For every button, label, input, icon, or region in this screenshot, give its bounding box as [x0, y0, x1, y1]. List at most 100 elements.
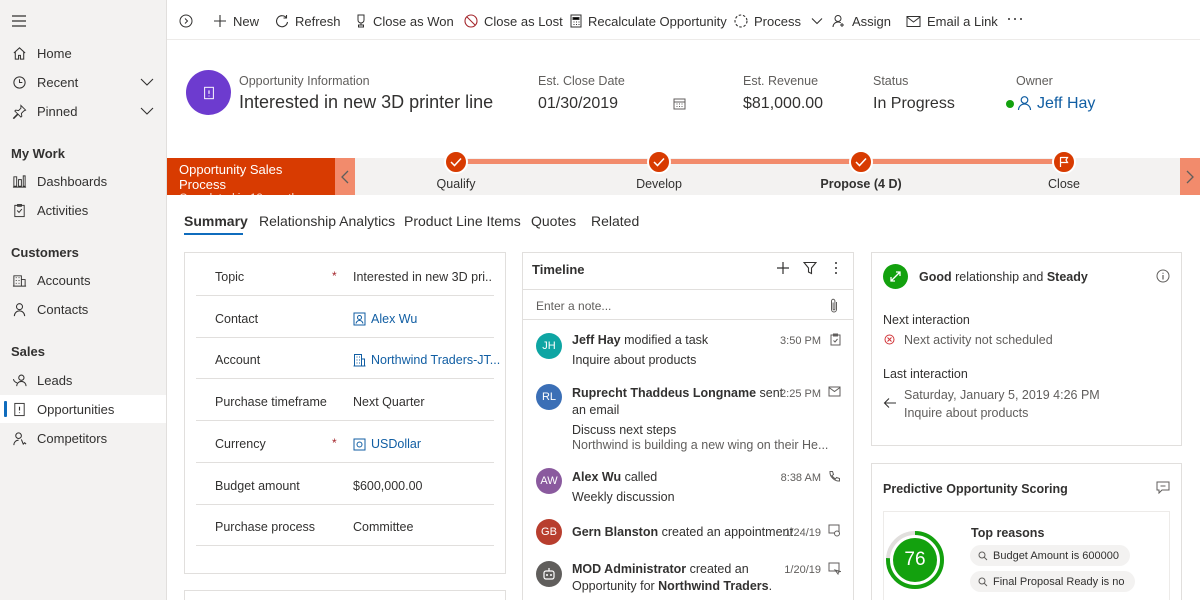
budget-value[interactable]: $600,000.00 [353, 479, 423, 493]
sidebar-item-label: Pinned [37, 103, 78, 119]
filter-icon[interactable] [803, 261, 817, 275]
process-value[interactable]: Committee [353, 520, 413, 534]
timeline-item[interactable]: RL Ruprecht Thaddeus Longname sent an em… [523, 384, 853, 458]
timeline-item[interactable]: JH Jeff Hay modified a task Inquire abou… [523, 330, 853, 376]
status-value[interactable]: In Progress [873, 95, 955, 113]
note-input[interactable]: Enter a note... [523, 289, 853, 320]
sidebar-item-home[interactable]: Home [0, 39, 166, 67]
close-as-lost-button[interactable]: Close as Lost [464, 11, 563, 31]
add-icon[interactable] [776, 261, 790, 275]
stage-label[interactable]: Qualify [437, 177, 476, 191]
currency-value: USDollar [371, 437, 422, 451]
revenue-value[interactable]: $81,000.00 [743, 95, 823, 113]
sidebar-item-activities[interactable]: Activities [0, 196, 166, 224]
circle-arrow-icon [179, 14, 193, 28]
contact-card-icon [353, 312, 366, 326]
stage-qualify-dot[interactable] [444, 150, 468, 174]
process-button[interactable]: Process [734, 11, 829, 31]
chevron-down-icon[interactable] [140, 75, 154, 89]
field-contact: Contact Alex Wu [196, 297, 494, 338]
stage-label-active[interactable]: Propose (4 D) [820, 177, 901, 191]
timeline-item[interactable]: AW Alex Wu called Weekly discussion 8:38… [523, 468, 853, 508]
command-bar: New Refresh Close as Won Close as Lost R… [167, 0, 1200, 40]
feedback-icon[interactable] [1156, 481, 1170, 494]
avatar: JH [536, 333, 562, 359]
sidebar-item-competitors[interactable]: Competitors [0, 424, 166, 452]
close-as-won-button[interactable]: Close as Won [355, 11, 454, 31]
refresh-button[interactable]: Refresh [275, 11, 341, 31]
timeline-item-title-cont: Opportunity for Northwind Traders. [572, 579, 772, 593]
sidebar-item-leads[interactable]: Leads [0, 366, 166, 394]
stage-propose-dot[interactable] [849, 150, 873, 174]
field-label: Contact [215, 312, 259, 326]
process-prev-button[interactable] [335, 158, 355, 195]
score-gauge: 76 [884, 529, 946, 591]
timeline-text-bold: Northwind Traders [658, 579, 769, 593]
info-icon[interactable] [1156, 269, 1170, 283]
sidebar-item-accounts[interactable]: Accounts [0, 266, 166, 294]
process-next-button[interactable] [1180, 158, 1200, 195]
sidebar-item-dashboards[interactable]: Dashboards [0, 167, 166, 195]
top-reasons-label: Top reasons [971, 526, 1045, 540]
sidebar-item-label: Leads [37, 372, 73, 388]
timeline-actor: Jeff Hay [572, 333, 621, 347]
trophy-icon [355, 14, 367, 28]
timeline-actor: MOD Administrator [572, 562, 687, 576]
more-vertical-icon[interactable] [831, 261, 841, 275]
sidebar-item-recent[interactable]: Recent [0, 68, 166, 96]
close-as-won-label: Close as Won [373, 13, 454, 29]
calendar-icon[interactable] [673, 97, 686, 110]
building-icon [11, 272, 27, 288]
recalculate-button[interactable]: Recalculate Opportunity [570, 11, 727, 31]
hamburger-icon[interactable] [11, 14, 27, 28]
tab-related[interactable]: Related [591, 213, 639, 229]
tab-product-line-items[interactable]: Product Line Items [404, 213, 521, 229]
currency-lookup[interactable]: USDollar [353, 437, 421, 451]
sidebar-item-contacts[interactable]: Contacts [0, 295, 166, 323]
reason-icon [978, 551, 988, 561]
timeline-item-title: Gern Blanston created an appointment [572, 525, 793, 539]
mail-icon [828, 386, 841, 397]
owner-link[interactable]: Jeff Hay [1037, 95, 1095, 113]
sidebar-item-label: Opportunities [37, 401, 115, 417]
email-link-button[interactable]: Email a Link [906, 11, 998, 31]
process-title-flyout[interactable]: Opportunity Sales Process Completed in 1… [167, 158, 335, 205]
last-interaction-value[interactable]: Inquire about products [904, 406, 1028, 420]
sidebar-item-pinned[interactable]: Pinned [0, 97, 166, 125]
timeframe-value[interactable]: Next Quarter [353, 395, 425, 409]
reason-text: Budget Amount is 600000 [993, 549, 1119, 562]
scoring-title: Predictive Opportunity Scoring [883, 482, 1068, 496]
tab-relationship-analytics[interactable]: Relationship Analytics [259, 213, 395, 229]
tab-quotes[interactable]: Quotes [531, 213, 576, 229]
timeline-item[interactable]: GB Gern Blanston created an appointment … [523, 519, 853, 545]
sidebar-item-label: Contacts [37, 301, 89, 317]
field-label: Currency [215, 437, 266, 451]
timeline-item[interactable]: MOD Administrator created an Opportunity… [523, 559, 853, 599]
chevron-right-icon [1186, 170, 1194, 184]
nav-group-customers: Customers [11, 245, 79, 260]
chevron-down-icon[interactable] [140, 104, 154, 118]
paperclip-icon[interactable] [829, 298, 839, 313]
timeline-actor: Ruprecht Thaddeus Longname [572, 386, 757, 400]
stage-label[interactable]: Develop [636, 177, 682, 191]
stage-close-dot[interactable] [1052, 150, 1076, 174]
required-mark: * [332, 436, 337, 450]
more-commands-button[interactable] [1007, 9, 1023, 29]
back-button[interactable] [179, 11, 199, 31]
relationship-text: relationship and [951, 270, 1047, 284]
sidebar-item-opportunities[interactable]: Opportunities [0, 395, 166, 423]
tab-summary[interactable]: Summary [184, 213, 248, 229]
clock-icon [11, 74, 27, 90]
robot-icon [541, 566, 557, 582]
account-lookup[interactable]: Northwind Traders-JT... [353, 353, 500, 367]
phone-icon [828, 470, 841, 483]
close-as-lost-label: Close as Lost [484, 13, 563, 29]
close-date-value[interactable]: 01/30/2019 [538, 95, 618, 113]
stage-label[interactable]: Close [1048, 177, 1080, 191]
new-button[interactable]: New [213, 11, 259, 31]
contact-lookup[interactable]: Alex Wu [353, 312, 417, 326]
stage-develop-dot[interactable] [647, 150, 671, 174]
assign-button[interactable]: Assign [832, 11, 891, 31]
topic-value[interactable]: Interested in new 3D pri.. [353, 270, 492, 284]
person-icon [1017, 95, 1032, 111]
